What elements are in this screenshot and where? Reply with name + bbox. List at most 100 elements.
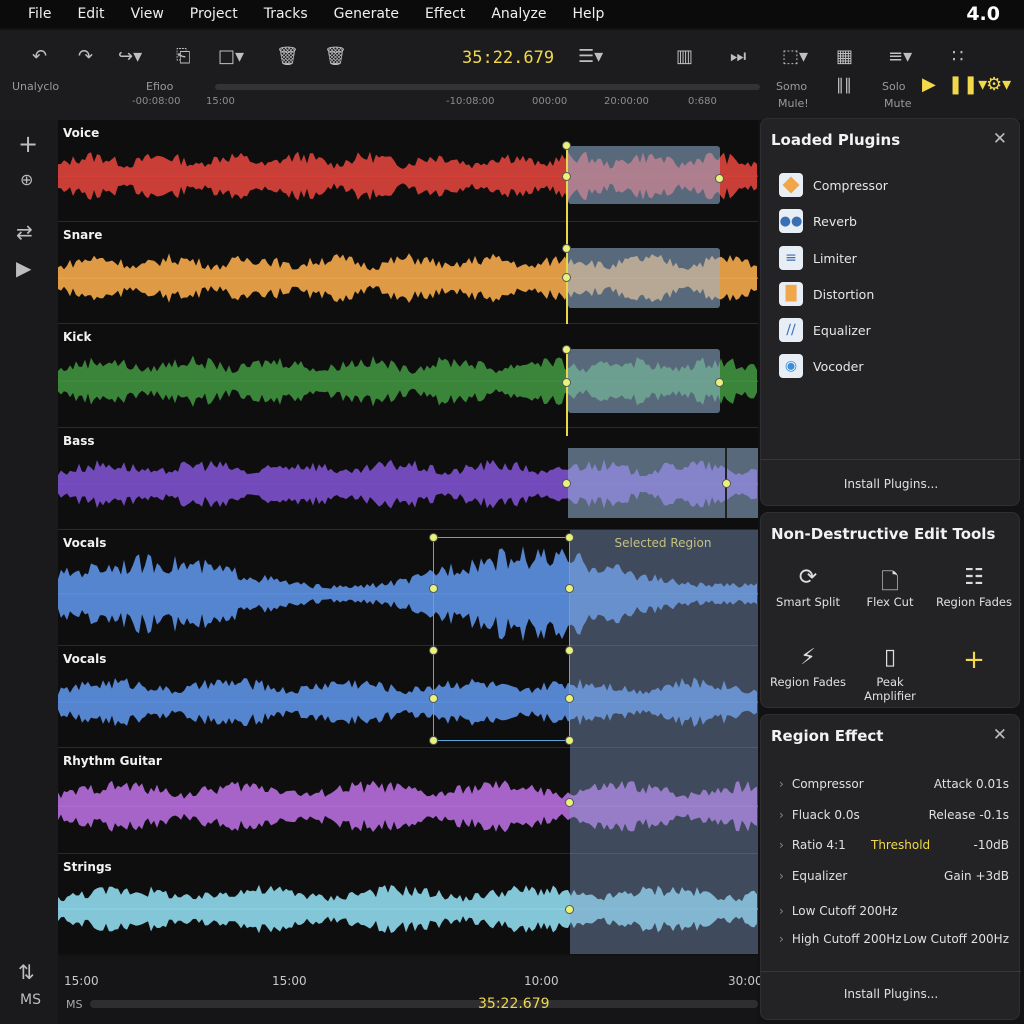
effect-param: Low Cutoff 200Hz — [791, 904, 898, 918]
plugin-limiter[interactable]: ≡ Limiter — [779, 246, 857, 270]
region-snare[interactable] — [568, 248, 720, 308]
track-name: Vocals — [63, 652, 107, 666]
tool-label: Peak Amplifier — [864, 675, 916, 703]
skip-end-icon[interactable]: ⏭ — [730, 48, 746, 66]
menu-analyze[interactable]: Analyze — [491, 6, 546, 22]
plugin-vocoder[interactable]: ◉ Vocoder — [779, 354, 864, 378]
add-track-icon[interactable]: + — [18, 130, 38, 158]
region-kick[interactable] — [568, 349, 720, 413]
region-voice[interactable] — [568, 146, 720, 204]
effect-row[interactable]: › Equalizer Gain +3dB — [779, 869, 1009, 883]
seek-bar[interactable] — [215, 84, 760, 90]
tool-flex-cut[interactable]: 🗋 Flex Cut — [849, 565, 931, 609]
region-handle[interactable] — [715, 378, 724, 387]
grid-icon[interactable]: ▦ — [836, 48, 853, 66]
region-handle[interactable] — [429, 646, 438, 655]
region-handle[interactable] — [722, 479, 731, 488]
mute-label[interactable]: Mute — [884, 97, 912, 110]
effect-value: Release -0.1s — [928, 808, 1009, 822]
menu-file[interactable]: File — [28, 6, 51, 22]
loop-dropdown-icon[interactable]: ⬚▾ — [782, 48, 808, 66]
trash-icon[interactable]: 🗑 — [276, 48, 299, 66]
region-handle[interactable] — [429, 533, 438, 542]
region-handle[interactable] — [562, 244, 571, 253]
region-handle[interactable] — [562, 141, 571, 150]
swap-icon[interactable]: ⇄ — [16, 220, 33, 244]
region-handle[interactable] — [565, 646, 574, 655]
region-handle[interactable] — [565, 584, 574, 593]
horizontal-scrollbar[interactable] — [90, 1000, 758, 1008]
region-handle[interactable] — [429, 584, 438, 593]
install-plugins-button[interactable]: Install Plugins... — [761, 477, 1021, 491]
compressor-icon — [779, 173, 803, 197]
tool-region-fades[interactable]: ☷ Region Fades — [933, 565, 1015, 609]
effect-row[interactable]: › Compressor Attack 0.01s — [779, 777, 1009, 791]
select-box-icon[interactable]: □▾ — [218, 48, 244, 66]
list-dropdown-icon[interactable]: ☰▾ — [578, 48, 603, 66]
menu-edit[interactable]: Edit — [77, 6, 104, 22]
region-handle[interactable] — [565, 694, 574, 703]
region-handle[interactable] — [565, 905, 574, 914]
vocals-selection-box[interactable] — [433, 537, 570, 741]
undo-icon[interactable]: ↶ — [32, 48, 47, 66]
menu-generate[interactable]: Generate — [334, 6, 399, 22]
region-handle[interactable] — [565, 798, 574, 807]
close-icon[interactable]: ✕ — [993, 129, 1007, 149]
close-icon[interactable]: ✕ — [993, 725, 1007, 745]
track-area[interactable]: Voice Snare Kick Bass Vocals Vocals Rhyt… — [58, 120, 758, 954]
install-plugins-button[interactable]: Install Plugins... — [761, 987, 1021, 1001]
region-handle[interactable] — [562, 479, 571, 488]
dots-grid-icon[interactable]: ∷ — [952, 48, 963, 66]
settings-icon[interactable]: ⚙▾ — [986, 76, 1011, 94]
tool-add[interactable]: + — [933, 645, 1015, 675]
menu-tracks[interactable]: Tracks — [264, 6, 308, 22]
tool-smart-split[interactable]: ⟳ Smart Split — [767, 565, 849, 609]
target-icon[interactable]: ⊕ — [20, 170, 33, 189]
region-handle[interactable] — [562, 345, 571, 354]
plugin-compressor[interactable]: Compressor — [779, 173, 888, 197]
timeline-ruler[interactable]: -00:08:00 15:00 -10:08:00 000:00 20:00:0… — [0, 96, 760, 114]
plugin-reverb[interactable]: ●● Reverb — [779, 209, 857, 233]
menu-dropdown-icon[interactable]: ≡▾ — [888, 48, 912, 66]
region-handle[interactable] — [562, 378, 571, 387]
bottom-ruler[interactable]: 15:00 15:00 10:00 30:00 MS — [58, 956, 763, 1024]
region-handle[interactable] — [565, 736, 574, 745]
redo-icon[interactable]: ↷ — [78, 48, 93, 66]
playhead-lower[interactable] — [566, 348, 568, 436]
video-icon[interactable]: ▶ — [16, 256, 31, 280]
split-icon[interactable]: ∥∥ — [836, 76, 852, 94]
tool-peak-amplifier[interactable]: ▯ Peak Amplifier — [849, 645, 931, 703]
expand-icon[interactable]: ⇅ — [18, 960, 35, 984]
effect-row[interactable]: › Ratio 4:1 Threshold -10dB — [779, 838, 1009, 852]
effect-row[interactable]: › Fluack 0.0s Release -0.1s — [779, 808, 1009, 822]
menu-view[interactable]: View — [131, 6, 164, 22]
region-handle[interactable] — [562, 172, 571, 181]
time-display: 35:22.679 — [462, 48, 555, 68]
region-handle[interactable] — [715, 174, 724, 183]
plugin-distortion[interactable]: █ Distortion — [779, 282, 874, 306]
panel-toggle-icon[interactable]: ▥ — [676, 48, 693, 66]
menu-help[interactable]: Help — [573, 6, 605, 22]
region-handle[interactable] — [565, 533, 574, 542]
play-icon[interactable]: ▶ — [922, 76, 936, 94]
trash-alt-icon[interactable]: 🗑 — [324, 48, 347, 66]
menu-effect[interactable]: Effect — [425, 6, 465, 22]
edit-tools-panel: Non-Destructive Edit Tools ⟳ Smart Split… — [760, 512, 1020, 708]
region-handle[interactable] — [562, 273, 571, 282]
solo-label[interactable]: Solo — [882, 80, 906, 93]
plugin-equalizer[interactable]: ∕∕ Equalizer — [779, 318, 871, 342]
pause-icon[interactable]: ❚❚▾ — [948, 76, 987, 94]
playhead-upper[interactable] — [566, 144, 568, 324]
tool-region-fades-2[interactable]: ⚡ Region Fades — [767, 645, 849, 689]
track-name: Snare — [63, 228, 103, 242]
export-icon[interactable]: ⎗ — [176, 48, 190, 66]
effect-row[interactable]: › High Cutoff 200Hz Low Cutoff 200Hz — [779, 932, 1009, 946]
region-handle[interactable] — [429, 694, 438, 703]
track-name: Bass — [63, 434, 95, 448]
selection-overlay[interactable] — [570, 530, 758, 954]
redo-dropdown-icon[interactable]: ↪▾ — [118, 48, 142, 66]
effect-row[interactable]: › Low Cutoff 200Hz — [779, 904, 1009, 918]
region-handle[interactable] — [429, 736, 438, 745]
bottom-tick: 15:00 — [64, 974, 99, 988]
menu-project[interactable]: Project — [190, 6, 238, 22]
